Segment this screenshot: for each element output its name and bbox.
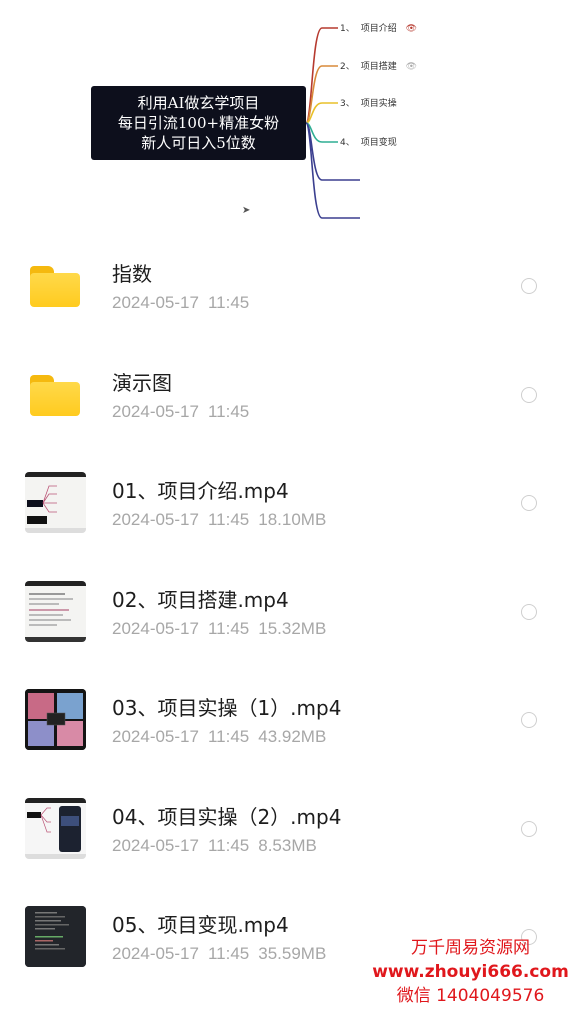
list-item[interactable]: 01、项目介绍.mp4 2024-05-17 11:45 18.10MB (0, 455, 575, 564)
video-thumbnail (25, 689, 86, 750)
select-radio[interactable] (521, 386, 537, 403)
mindmap-banner: 利用AI做玄学项目 每日引流100+精准女粉 新人可日入5位数 1、 项目介绍 👁… (0, 0, 575, 255)
list-item[interactable]: 02、项目搭建.mp4 2024-05-17 11:45 15.32MB (0, 564, 575, 673)
select-radio[interactable] (521, 603, 537, 620)
file-meta: 2024-05-17 11:45 (112, 293, 258, 313)
video-thumbnail (25, 472, 86, 533)
mindmap-title-line: 新人可日入5位数 (141, 134, 256, 152)
video-thumbnail (25, 580, 86, 642)
file-meta: 2024-05-17 11:45 15.32MB (112, 619, 335, 639)
file-time: 11:45 (207, 293, 250, 312)
file-size: 15.32MB (258, 618, 327, 638)
file-time: 11:45 (207, 727, 250, 746)
file-time: 11:45 (207, 401, 250, 421)
list-item[interactable]: 指数 2024-05-17 11:45 (0, 238, 575, 347)
mindmap-title-line: 每日引流100+精准女粉 (117, 114, 280, 132)
file-date: 2024-05-17 (112, 293, 199, 312)
file-date: 2024-05-17 (112, 727, 199, 746)
file-size: 35.59MB (258, 944, 327, 963)
file-date: 2024-05-17 (112, 401, 199, 421)
file-name: 指数 (112, 262, 152, 286)
mindmap-branch: 4、 项目变现 (340, 138, 397, 148)
file-name: 05、项目变现.mp4 (112, 913, 289, 937)
watermark-url: www.zhouyi666.com (372, 962, 569, 982)
file-time: 11:45 (207, 944, 250, 963)
list-item[interactable]: 03、项目实操（1）.mp4 2024-05-17 11:45 43.92MB (0, 672, 575, 781)
select-radio[interactable] (521, 820, 537, 837)
select-radio[interactable] (521, 712, 537, 728)
file-date: 2024-05-17 (112, 835, 199, 855)
file-name: 02、项目搭建.mp4 (112, 587, 289, 612)
video-thumbnail (25, 797, 86, 859)
file-time: 11:45 (207, 618, 250, 638)
file-date: 2024-05-17 (112, 944, 199, 963)
file-date: 2024-05-17 (112, 618, 199, 638)
file-time: 11:45 (207, 835, 250, 855)
list-item[interactable]: 04、项目实操（2）.mp4 2024-05-17 11:45 8.53MB (0, 781, 575, 890)
file-size: 43.92MB (258, 727, 327, 746)
file-meta: 2024-05-17 11:45 8.53MB (112, 836, 326, 856)
folder-icon (30, 374, 80, 416)
file-list: 指数 2024-05-17 11:45 演示图 2024-05-17 11:45 0… (0, 238, 575, 998)
mindmap-title: 利用AI做玄学项目 每日引流100+精准女粉 新人可日入5位数 (91, 86, 306, 160)
watermark: 万千周易资源网 www.zhouyi666.com 微信 1404049576 (368, 936, 573, 1008)
select-radio[interactable] (521, 495, 537, 511)
mouse-cursor-icon: ➤ (242, 205, 251, 216)
file-size: 18.10MB (258, 510, 327, 529)
file-meta: 2024-05-17 11:45 18.10MB (112, 510, 335, 530)
mindmap-branch: 1、 项目介绍 👁 (340, 24, 418, 34)
file-name: 01、项目介绍.mp4 (112, 479, 289, 503)
file-name: 演示图 (112, 370, 172, 395)
mindmap-branch: 3、 项目实操 (340, 99, 397, 109)
folder-icon (30, 266, 80, 307)
video-thumbnail (25, 906, 86, 967)
eye-icon: 👁 (405, 24, 418, 34)
file-meta: 2024-05-17 11:45 (112, 402, 258, 422)
file-size: 8.53MB (258, 835, 317, 855)
file-date: 2024-05-17 (112, 510, 199, 529)
file-meta: 2024-05-17 11:45 35.59MB (112, 944, 335, 964)
select-radio[interactable] (521, 278, 537, 294)
file-name: 04、项目实操（2）.mp4 (112, 804, 342, 829)
file-meta: 2024-05-17 11:45 43.92MB (112, 727, 335, 747)
eye-icon: 👁 (405, 62, 418, 72)
mindmap-title-line: 利用AI做玄学项目 (137, 94, 260, 112)
mindmap-branch: 2、 项目搭建 👁 (340, 62, 418, 72)
file-time: 11:45 (207, 510, 250, 529)
watermark-line: 万千周易资源网 (411, 938, 530, 958)
watermark-contact: 微信 1404049576 (396, 986, 545, 1006)
list-item[interactable]: 演示图 2024-05-17 11:45 (0, 347, 575, 456)
file-name: 03、项目实操（1）.mp4 (112, 696, 342, 720)
